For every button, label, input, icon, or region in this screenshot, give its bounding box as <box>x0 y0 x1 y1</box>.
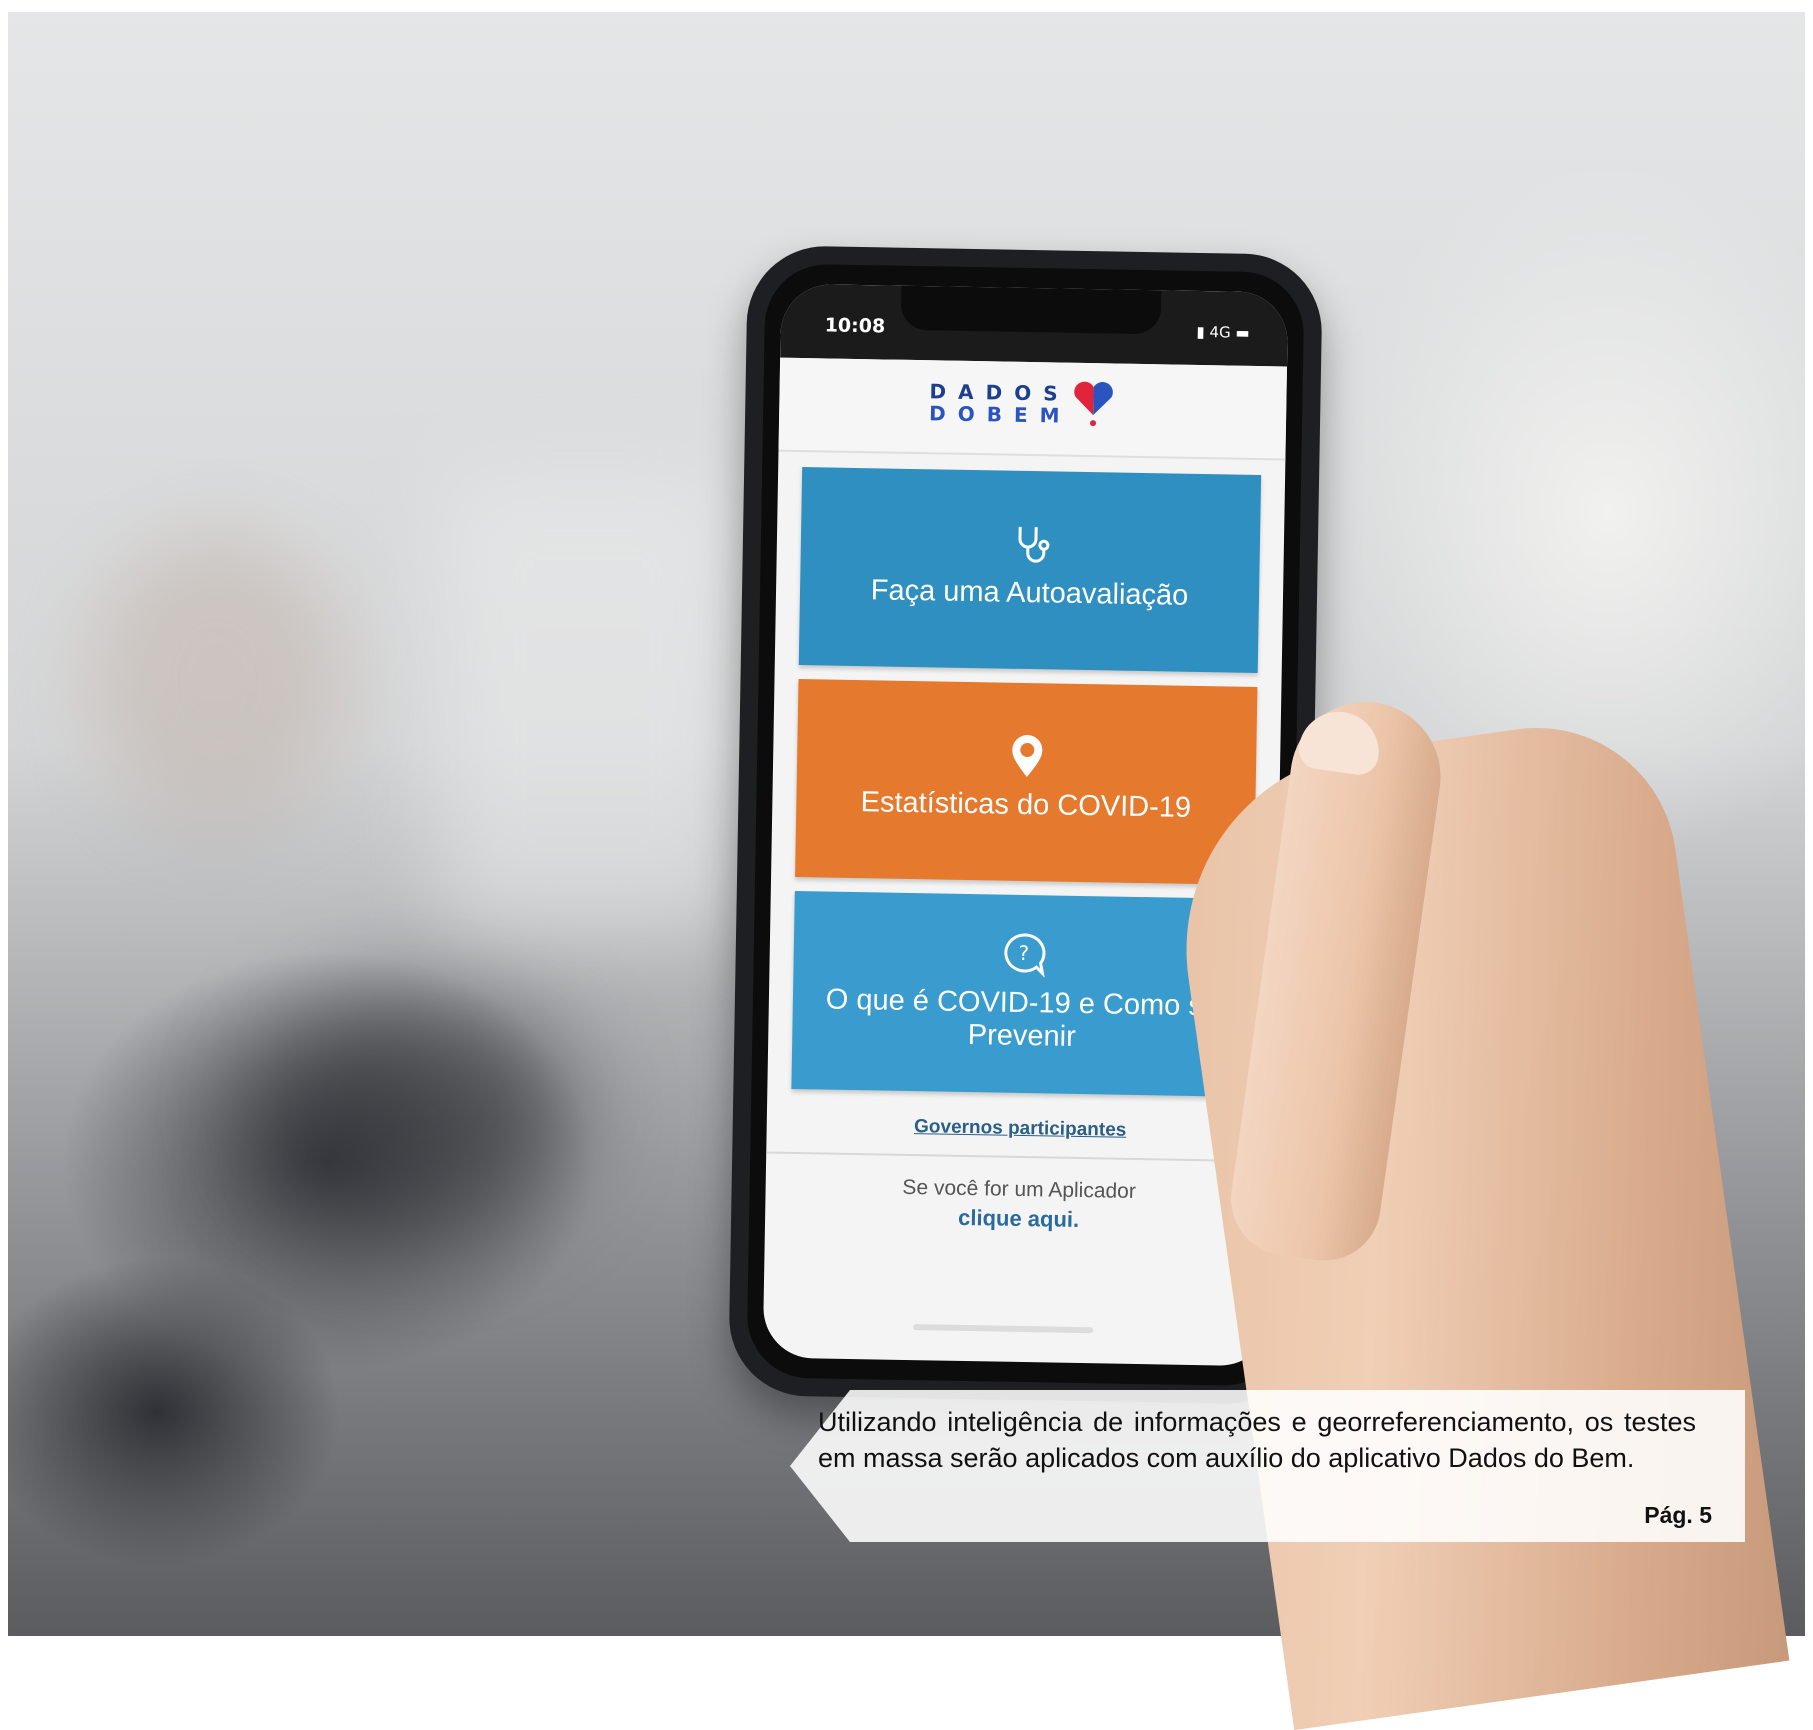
covid-statistics-label: Estatísticas do COVID-19 <box>860 786 1192 824</box>
heart-logo-icon <box>1074 381 1113 427</box>
phone-bezel: 10:08 ▮ 4G ▬ DADOS DOBEM Faça uma Autoav… <box>746 263 1305 1387</box>
background-blur-shape <box>258 992 578 1232</box>
page-reference: Pág. 5 <box>1644 1502 1712 1528</box>
signal-icon: ▮ <box>1196 322 1205 342</box>
participating-governments-link[interactable]: Governos participantes <box>767 1114 1274 1145</box>
applicator-section: Se você for um Aplicador clique aqui. <box>765 1174 1273 1237</box>
applicator-link[interactable]: clique aqui. <box>765 1202 1272 1237</box>
background-blur-shape <box>438 472 738 932</box>
app-logo: DADOS DOBEM <box>928 379 1072 428</box>
question-bubble-icon: ? <box>1003 933 1045 978</box>
self-assessment-label: Faça uma Autoavaliação <box>870 574 1189 612</box>
app-header: DADOS DOBEM <box>778 357 1288 461</box>
status-bar: 10:08 ▮ 4G ▬ <box>780 283 1289 367</box>
caption-text: Utilizando inteligência de informações e… <box>818 1407 1696 1473</box>
covid-info-label: O que é COVID-19 e Como se Prevenir <box>825 983 1220 1053</box>
status-network: ▮ 4G ▬ <box>1196 323 1249 342</box>
covid-statistics-button[interactable]: Estatísticas do COVID-19 <box>795 679 1258 885</box>
phone-notch <box>900 285 1162 335</box>
location-pin-icon <box>1011 735 1042 778</box>
applicator-text: Se você for um Aplicador <box>902 1175 1137 1203</box>
logo-line-2: DOBEM <box>928 401 1072 428</box>
network-label: 4G <box>1209 323 1231 342</box>
status-time: 10:08 <box>824 314 886 338</box>
battery-icon: ▬ <box>1235 323 1250 342</box>
background-blur-shape <box>88 532 348 832</box>
stethoscope-icon <box>1017 526 1049 563</box>
phone-screen: 10:08 ▮ 4G ▬ DADOS DOBEM Faça uma Autoav… <box>762 283 1289 1367</box>
svg-text:?: ? <box>1018 941 1029 965</box>
divider <box>766 1151 1274 1163</box>
self-assessment-button[interactable]: Faça uma Autoavaliação <box>798 467 1262 674</box>
covid-info-button[interactable]: ? O que é COVID-19 e Como se Prevenir <box>791 890 1254 1097</box>
home-indicator[interactable] <box>913 1324 1094 1334</box>
